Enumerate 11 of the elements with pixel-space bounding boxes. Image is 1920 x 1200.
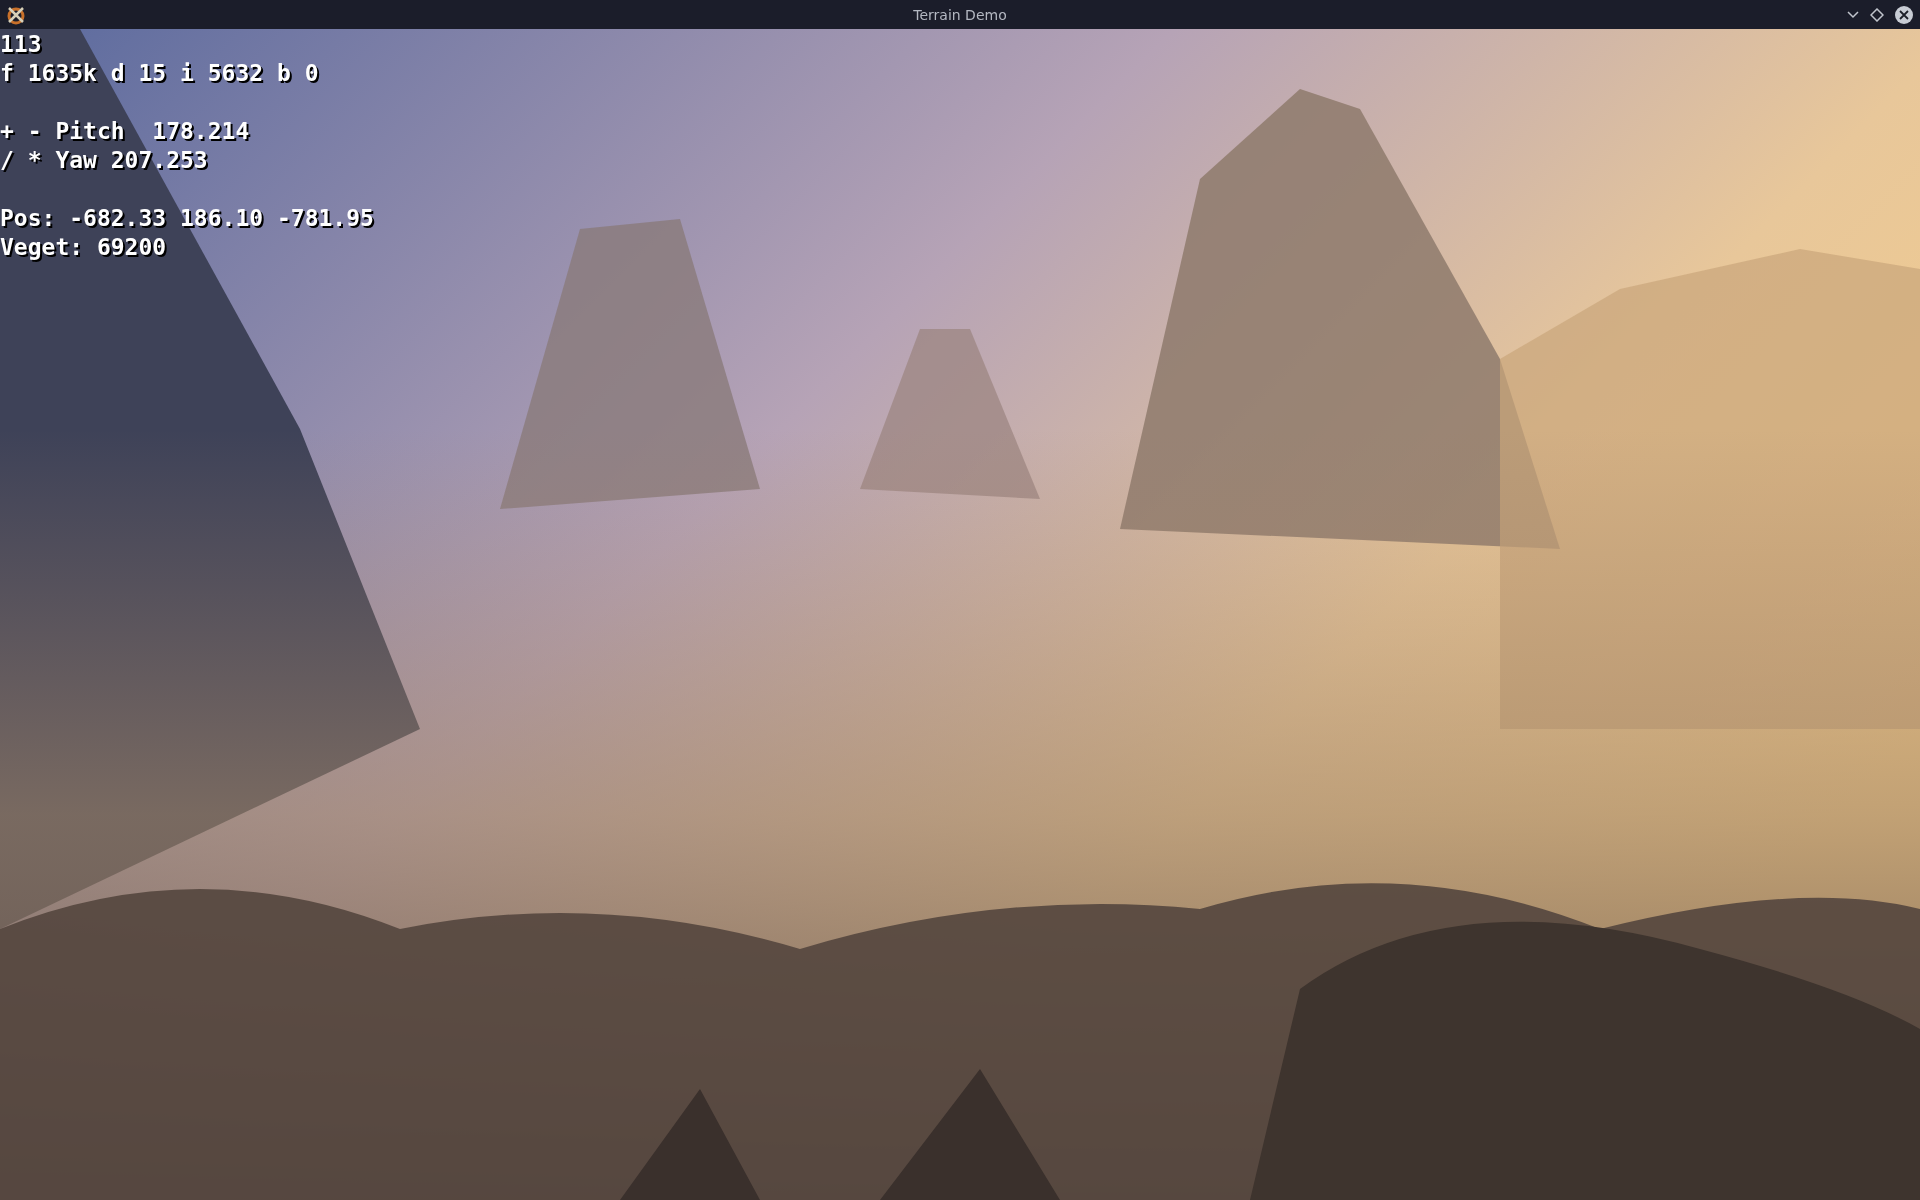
hud-text: / * Yaw 207.253 <box>0 146 208 175</box>
hud-text: Veget: 69200 <box>0 233 167 262</box>
window-title: Terrain Demo <box>913 6 1007 23</box>
hud-text: f 1635k d 15 i 5632 b 0 <box>0 59 319 88</box>
app-icon <box>6 4 26 25</box>
hud-text: 113 <box>0 30 42 59</box>
minimize-icon[interactable] <box>1846 9 1860 20</box>
close-icon[interactable] <box>1894 4 1914 25</box>
maximize-icon[interactable] <box>1870 7 1884 22</box>
hud-text: + - Pitch 178.214 <box>0 117 250 146</box>
hud-text: Pos: -682.33 186.10 -781.95 <box>0 204 374 233</box>
